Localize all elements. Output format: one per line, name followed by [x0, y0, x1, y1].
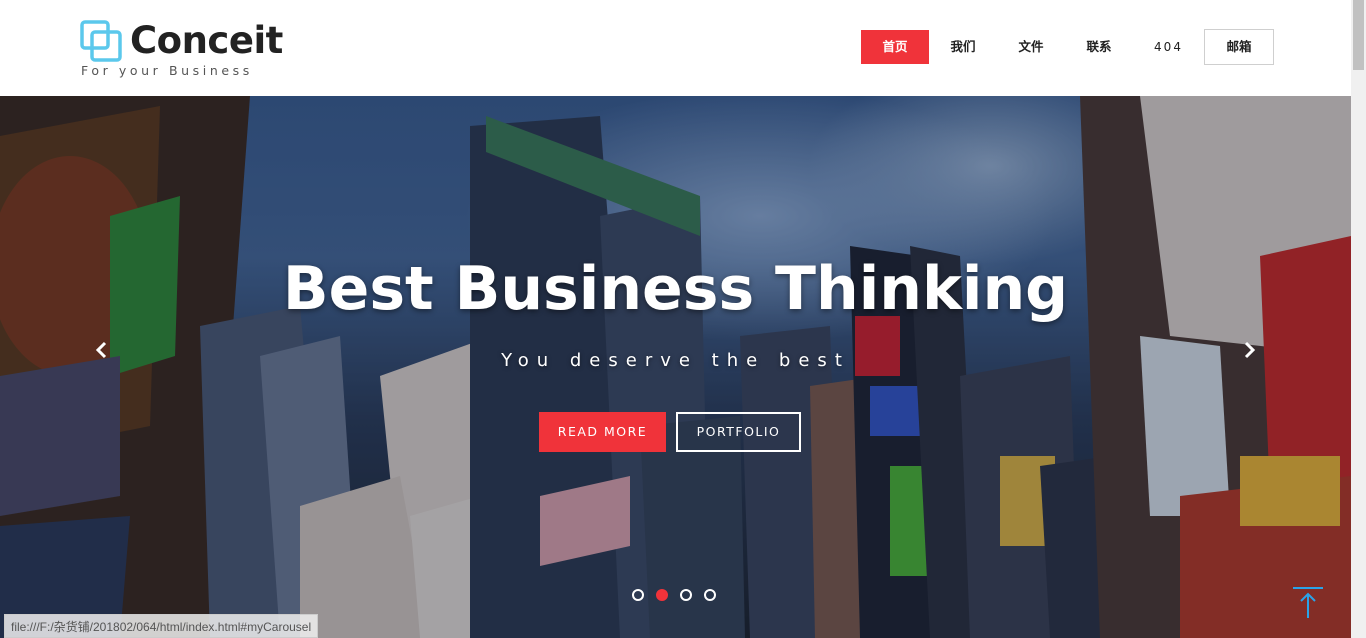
nav-404[interactable]: 404: [1133, 30, 1204, 64]
carousel-dot-3[interactable]: [680, 589, 692, 601]
carousel-dot-1[interactable]: [632, 589, 644, 601]
nav-mailbox[interactable]: 邮箱: [1204, 28, 1274, 65]
nav-files[interactable]: 文件: [997, 30, 1065, 64]
logo-tagline: For your Business: [81, 63, 253, 78]
scrollbar-thumb[interactable]: [1353, 0, 1364, 70]
main-nav: 首页 我们 文件 联系 404 邮箱: [861, 28, 1274, 65]
portfolio-button[interactable]: PORTFOLIO: [676, 412, 801, 452]
page-scrollbar[interactable]: [1351, 0, 1366, 638]
carousel-dot-4[interactable]: [704, 589, 716, 601]
back-to-top-icon[interactable]: [1291, 586, 1325, 620]
logo-title: Conceit: [130, 19, 283, 62]
read-more-button[interactable]: READ MORE: [539, 412, 666, 452]
hero-carousel: Best Business Thinking You deserve the b…: [0, 96, 1351, 638]
site-header: Conceit For your Business 首页 我们 文件 联系 40…: [0, 0, 1351, 96]
nav-home[interactable]: 首页: [861, 29, 929, 64]
carousel-dot-2[interactable]: [656, 589, 668, 601]
hero-title: Best Business Thinking: [282, 254, 1069, 324]
logo-icon: [80, 20, 122, 62]
carousel-indicators: [632, 589, 716, 601]
status-bar-url: file:///F:/杂货铺/201802/064/html/index.htm…: [4, 614, 319, 638]
hero-subtitle: You deserve the best: [501, 350, 850, 371]
nav-contact[interactable]: 联系: [1065, 30, 1133, 64]
logo[interactable]: Conceit For your Business: [80, 18, 290, 80]
nav-about[interactable]: 我们: [929, 30, 997, 64]
